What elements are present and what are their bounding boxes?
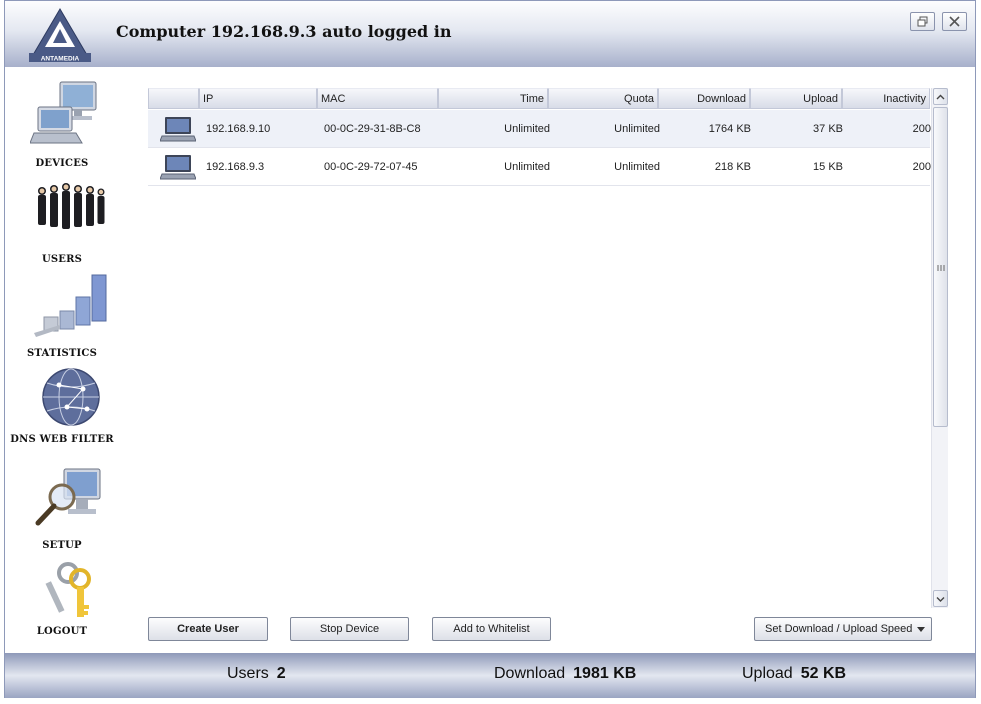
sidebar-item-users[interactable]: USERS	[7, 177, 117, 265]
main-window: ANTAMEDIA Computer 192.168.9.3 auto logg…	[4, 0, 976, 698]
create-user-button[interactable]: Create User	[148, 617, 268, 641]
scrollbar-thumb[interactable]	[933, 107, 948, 427]
sidebar-item-label: STATISTICS	[27, 348, 97, 359]
cell-quota: Unlimited	[614, 161, 660, 173]
cell-inactivity: 200	[912, 123, 931, 135]
add-to-whitelist-button[interactable]: Add to Whitelist	[432, 617, 551, 641]
sidebar-item-label: USERS	[41, 254, 83, 265]
set-speed-dropdown[interactable]: Set Download / Upload Speed	[754, 617, 932, 641]
users-icon	[37, 183, 104, 229]
cell-time: Unlimited	[504, 161, 550, 173]
cell-mac: 00-0C-29-31-8B-C8	[324, 123, 421, 135]
cell-download: 1764 KB	[708, 123, 751, 135]
devices-table: IP MAC Time Quota Download Upload Inacti…	[148, 88, 948, 608]
cell-upload: 37 KB	[813, 123, 843, 135]
devices-icon	[28, 81, 96, 144]
restore-icon	[917, 16, 928, 27]
sidebar-item-devices[interactable]: DEVICES	[7, 77, 117, 169]
sidebar-item-dns-web-filter[interactable]: DNS WEB FILTER	[7, 367, 117, 445]
download-value: 1981 KB	[573, 665, 637, 682]
sidebar-item-label: LOGOUT	[36, 626, 88, 637]
download-total: Download 1981 KB	[494, 665, 636, 683]
column-header-inactivity[interactable]: Inactivity	[842, 88, 930, 109]
table-row[interactable]: 192.168.9.3 00-0C-29-72-07-45 Unlimited …	[148, 148, 931, 186]
column-header-download[interactable]: Download	[658, 88, 750, 109]
upload-total: Upload 52 KB	[742, 665, 846, 683]
table-row[interactable]: 192.168.9.10 00-0C-29-31-8B-C8 Unlimited…	[148, 110, 931, 148]
antamedia-logo: ANTAMEDIA	[29, 8, 91, 63]
statistics-icon	[33, 274, 106, 337]
users-count: Users 2	[227, 665, 286, 683]
column-header-mac[interactable]: MAC	[317, 88, 438, 109]
cell-ip: 192.168.9.3	[206, 161, 265, 173]
sidebar-item-label: DNS WEB FILTER	[10, 434, 114, 445]
column-header-upload[interactable]: Upload	[750, 88, 842, 109]
sidebar-item-label: DEVICES	[35, 158, 89, 169]
grip-icon	[937, 265, 945, 271]
header-bar: ANTAMEDIA Computer 192.168.9.3 auto logg…	[5, 1, 975, 67]
chevron-down-icon	[936, 596, 945, 602]
cell-mac: 00-0C-29-72-07-45	[324, 161, 418, 173]
stop-device-button[interactable]: Stop Device	[290, 617, 409, 641]
svg-text:ANTAMEDIA: ANTAMEDIA	[41, 56, 80, 63]
column-header-ip[interactable]: IP	[199, 88, 317, 109]
sidebar-item-statistics[interactable]: STATISTICS	[7, 271, 117, 359]
laptop-icon	[160, 155, 196, 180]
status-bar: Users 2 Download 1981 KB Upload 52 KB	[5, 653, 975, 698]
cell-download: 218 KB	[714, 161, 751, 173]
globe-icon	[41, 368, 100, 426]
cell-inactivity: 200	[912, 161, 931, 173]
download-label: Download	[494, 665, 566, 682]
cell-time: Unlimited	[504, 123, 550, 135]
users-value: 2	[276, 665, 286, 682]
sidebar-item-setup[interactable]: SETUP	[7, 467, 117, 551]
dropdown-arrow-icon	[917, 627, 925, 632]
scroll-down-button[interactable]	[933, 590, 948, 607]
vertical-scrollbar[interactable]	[931, 88, 948, 608]
scroll-up-button[interactable]	[933, 88, 948, 105]
upload-label: Upload	[742, 665, 793, 682]
column-header-time[interactable]: Time	[438, 88, 548, 109]
setup-icon	[35, 468, 100, 526]
close-icon	[949, 16, 960, 27]
cell-quota: Unlimited	[614, 123, 660, 135]
laptop-icon	[160, 117, 196, 142]
upload-value: 52 KB	[800, 665, 847, 682]
page-title: Computer 192.168.9.3 auto logged in	[116, 22, 452, 41]
keys-icon	[45, 562, 91, 617]
restore-button[interactable]	[910, 12, 935, 31]
chevron-up-icon	[936, 94, 945, 99]
cell-ip: 192.168.9.10	[206, 123, 271, 135]
users-label: Users	[227, 665, 269, 682]
close-button[interactable]	[942, 12, 967, 31]
sidebar-item-logout[interactable]: LOGOUT	[7, 561, 117, 637]
cell-upload: 15 KB	[813, 161, 843, 173]
column-header-icon[interactable]	[148, 88, 199, 109]
sidebar-item-label: SETUP	[42, 540, 82, 551]
column-header-quota[interactable]: Quota	[548, 88, 658, 109]
set-speed-label: Set Download / Upload Speed	[765, 623, 913, 635]
table-header: IP MAC Time Quota Download Upload Inacti…	[148, 88, 930, 109]
